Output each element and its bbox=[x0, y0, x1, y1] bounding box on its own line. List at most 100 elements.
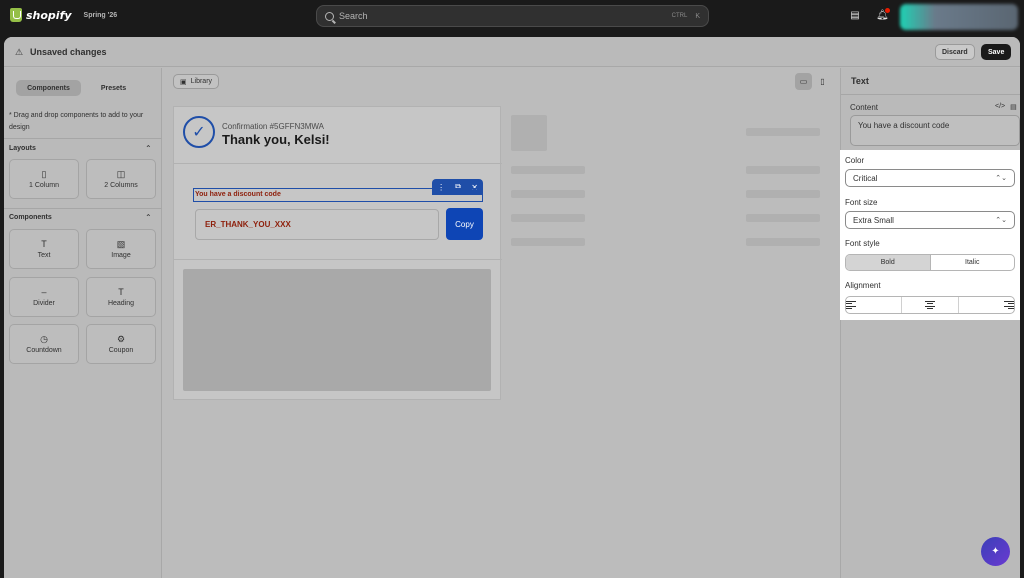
confirmation-number: Confirmation #5GFFN3MWA bbox=[222, 122, 324, 131]
warning-icon: ⚠ bbox=[15, 47, 24, 57]
tab-components[interactable]: Components bbox=[16, 80, 81, 96]
editor-title: Unsaved changes bbox=[30, 47, 107, 57]
shopify-bag-icon bbox=[10, 8, 22, 22]
skeleton-line bbox=[511, 190, 585, 198]
components-panel: Components Presets * Drag and drop compo… bbox=[4, 68, 162, 578]
alignment-label: Alignment bbox=[845, 281, 881, 290]
color-value: Critical bbox=[853, 173, 878, 183]
alignment-toggle bbox=[845, 296, 1015, 314]
search-icon bbox=[325, 11, 334, 21]
image-icon: ▧ bbox=[116, 239, 126, 249]
font-size-value: Extra Small bbox=[853, 215, 894, 225]
discard-button[interactable]: Discard bbox=[935, 44, 975, 60]
font-style-toggle: Bold Italic bbox=[845, 254, 1015, 271]
skeleton-line bbox=[746, 128, 820, 136]
layout-1-column[interactable]: ▯ 1 Column bbox=[9, 159, 79, 199]
view-toggle: ▭ ▯ bbox=[795, 73, 831, 90]
tile-label: Divider bbox=[33, 300, 55, 307]
clock-icon: ◷ bbox=[40, 334, 48, 344]
align-left-icon[interactable] bbox=[846, 297, 903, 313]
skeleton-line bbox=[746, 238, 820, 246]
layouts-title: Layouts bbox=[9, 145, 36, 152]
code-icon[interactable]: </> bbox=[995, 103, 1005, 111]
color-select[interactable]: Critical ⌃⌄ bbox=[845, 169, 1015, 187]
align-right-icon[interactable] bbox=[959, 297, 1014, 313]
panel-tabs: Components Presets bbox=[16, 80, 146, 96]
coupon-block[interactable]: ⋮ ⧉ ✕ You have a discount code ER_THANK_… bbox=[184, 179, 491, 247]
properties-panel: Text Content </> ▤ You have a discount c… bbox=[840, 68, 1020, 578]
italic-option[interactable]: Italic bbox=[931, 255, 1015, 270]
email-preview-card: ✓ Confirmation #5GFFN3MWA Thank you, Kel… bbox=[173, 106, 502, 400]
component-divider[interactable]: – Divider bbox=[9, 277, 79, 317]
desktop-view-icon[interactable]: ▭ bbox=[795, 73, 812, 90]
checkmark-icon: ✓ bbox=[183, 116, 215, 148]
component-image[interactable]: ▧ Image bbox=[86, 229, 156, 269]
skeleton-line bbox=[511, 214, 585, 222]
font-size-label: Font size bbox=[845, 198, 878, 207]
tile-label: Text bbox=[37, 252, 51, 259]
tile-label: Heading bbox=[107, 300, 135, 307]
divider bbox=[174, 259, 502, 260]
divider bbox=[841, 94, 1020, 95]
component-coupon[interactable]: ⚙ Coupon bbox=[86, 324, 156, 364]
font-style-label: Font style bbox=[845, 239, 880, 248]
bold-option[interactable]: Bold bbox=[846, 255, 931, 270]
coupon-icon: ⚙ bbox=[116, 334, 126, 344]
tile-label: 1 Column bbox=[29, 182, 59, 189]
tile-label: Image bbox=[111, 252, 131, 259]
shopify-logo[interactable]: shopify Spring '26 bbox=[10, 8, 117, 22]
coupon-code-field: ER_THANK_YOU_XXX bbox=[195, 209, 439, 240]
divider bbox=[4, 138, 162, 139]
search-placeholder: Search bbox=[339, 11, 368, 21]
preview-canvas: ▣ Library ▭ ▯ ✓ Confirmation #5GFFN3MWA … bbox=[163, 68, 839, 578]
bell-icon[interactable]: 🔔︎ bbox=[876, 8, 890, 22]
library-button[interactable]: ▣ Library bbox=[173, 74, 220, 89]
edition-label: Spring '26 bbox=[83, 11, 118, 19]
chevron-updown-icon: ⌃⌄ bbox=[995, 175, 1007, 182]
align-center-icon[interactable] bbox=[902, 297, 959, 313]
heading-icon: T bbox=[118, 287, 124, 297]
mobile-view-icon[interactable]: ▯ bbox=[814, 73, 831, 90]
search-shortcut: CTRL bbox=[671, 13, 688, 19]
panel-title: Text bbox=[851, 76, 869, 86]
two-columns-icon: ◫ bbox=[116, 169, 126, 179]
brand-name: shopify bbox=[26, 8, 72, 22]
sidekick-assistant-button[interactable]: ✦ bbox=[981, 537, 1010, 566]
content-textarea[interactable]: You have a discount code bbox=[850, 115, 1020, 146]
tab-presets[interactable]: Presets bbox=[81, 80, 146, 96]
content-tools: </> ▤ bbox=[995, 103, 1017, 111]
skeleton-line bbox=[746, 166, 820, 174]
collapse-components-icon[interactable]: ⌃ bbox=[145, 213, 152, 222]
collapse-layouts-icon[interactable]: ⌃ bbox=[145, 144, 152, 153]
library-label: Library bbox=[190, 78, 213, 85]
text-style-settings: Color Critical ⌃⌄ Font size Extra Small … bbox=[840, 150, 1020, 320]
components-title: Components bbox=[9, 214, 52, 221]
copy-button[interactable]: Copy bbox=[446, 208, 483, 240]
search-input[interactable]: Search CTRL K bbox=[316, 5, 709, 27]
divider bbox=[4, 208, 162, 209]
component-countdown[interactable]: ◷ Countdown bbox=[9, 324, 79, 364]
skeleton-line bbox=[746, 214, 820, 222]
skeleton-line bbox=[511, 166, 585, 174]
text-icon: T bbox=[41, 239, 47, 249]
tile-label: Countdown bbox=[26, 347, 62, 354]
account-menu[interactable] bbox=[900, 4, 1018, 30]
font-size-select[interactable]: Extra Small ⌃⌄ bbox=[845, 211, 1015, 229]
color-label: Color bbox=[845, 156, 865, 165]
search-shortcut-key: K bbox=[695, 12, 700, 20]
notification-dot bbox=[885, 8, 890, 13]
tile-label: Coupon bbox=[108, 347, 134, 354]
save-button[interactable]: Save bbox=[981, 44, 1012, 60]
component-text[interactable]: T Text bbox=[9, 229, 79, 269]
image-placeholder bbox=[183, 269, 491, 391]
selected-coupon-text[interactable]: You have a discount code bbox=[193, 188, 483, 202]
divider-icon: – bbox=[41, 287, 47, 297]
library-icon: ▣ bbox=[180, 78, 187, 86]
skeleton-line bbox=[511, 238, 585, 246]
component-heading[interactable]: T Heading bbox=[86, 277, 156, 317]
comment-icon[interactable]: ▤ bbox=[1010, 103, 1017, 111]
layout-2-columns[interactable]: ◫ 2 Columns bbox=[86, 159, 156, 199]
editor-header: ⚠ Unsaved changes Discard Save bbox=[4, 37, 1020, 67]
store-icon[interactable]: ▤ bbox=[849, 10, 861, 22]
tile-label: 2 Columns bbox=[104, 182, 138, 189]
